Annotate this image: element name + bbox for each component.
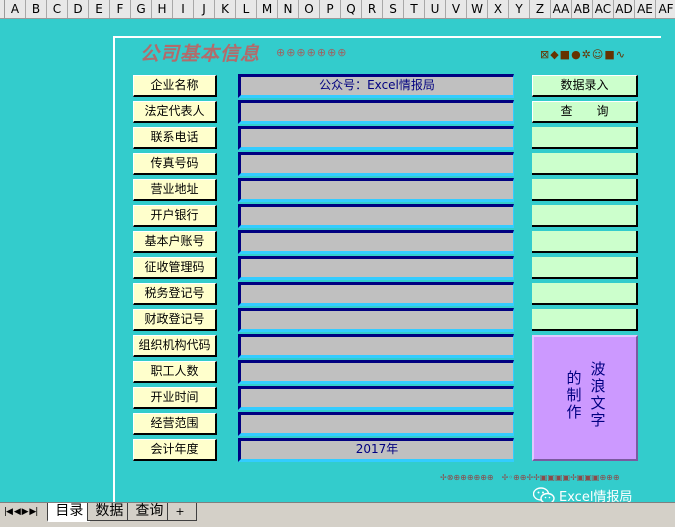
field-value[interactable] [238, 100, 514, 124]
data-entry-button[interactable]: 数据录入 [532, 75, 638, 97]
field-value[interactable] [238, 178, 514, 202]
field-value[interactable] [238, 360, 514, 384]
field-value[interactable] [238, 386, 514, 410]
right-blank-box [532, 127, 638, 149]
field-value[interactable] [238, 308, 514, 332]
sheet-tab-bar: |◀ ◀ ▶ ▶| 目录 数据 查询 + [0, 502, 675, 527]
sheet-tab[interactable]: 数据 [87, 503, 132, 521]
field-value[interactable] [238, 282, 514, 306]
sheet-tabs: 目录 数据 查询 + [47, 503, 198, 522]
right-blank-box [532, 205, 638, 227]
field-value[interactable] [238, 204, 514, 228]
field-value[interactable] [238, 152, 514, 176]
form-title: 公司基本信息 [140, 43, 261, 65]
column-header[interactable]: G [131, 0, 152, 18]
title-decoration: ⊕⊕⊕⊕⊕⊕⊕ [276, 46, 348, 59]
column-header[interactable]: I [173, 0, 194, 18]
column-header[interactable]: D [68, 0, 89, 18]
field-label-button[interactable]: 营业地址 [133, 179, 217, 201]
column-header[interactable]: B [26, 0, 47, 18]
column-header[interactable]: E [89, 0, 110, 18]
field-label-button[interactable]: 开户银行 [133, 205, 217, 227]
column-header[interactable]: AF [656, 0, 675, 18]
field-label-button[interactable]: 基本户账号 [133, 231, 217, 253]
right-blank-box [532, 257, 638, 279]
field-label-button[interactable]: 会计年度 [133, 439, 217, 461]
field-value[interactable] [238, 256, 514, 280]
column-header[interactable]: P [320, 0, 341, 18]
sheet-nav-arrows[interactable]: |◀ ◀ ▶ ▶| [0, 503, 39, 517]
column-header[interactable]: X [488, 0, 509, 18]
column-header[interactable]: N [278, 0, 299, 18]
field-label-button[interactable]: 财政登记号 [133, 309, 217, 331]
field-label-button[interactable]: 职工人数 [133, 361, 217, 383]
column-header[interactable]: C [47, 0, 68, 18]
column-header[interactable]: O [299, 0, 320, 18]
column-header[interactable]: Y [509, 0, 530, 18]
column-header[interactable]: R [362, 0, 383, 18]
column-header-bar: A B C D E F G H I J K L M N O P Q R S T U V W X Y Z AA AB AC AD AE AF [0, 0, 675, 19]
right-blank-box [532, 153, 638, 175]
sheet-tab[interactable]: 查询 [127, 503, 172, 521]
field-value[interactable] [238, 126, 514, 150]
column-header[interactable]: Z [530, 0, 551, 18]
column-header[interactable]: Q [341, 0, 362, 18]
column-header[interactable]: AE [635, 0, 656, 18]
wave-text-right-column: 波浪文字 [590, 360, 606, 429]
column-header[interactable]: M [257, 0, 278, 18]
field-label-button[interactable]: 传真号码 [133, 153, 217, 175]
field-label-button[interactable]: 企业名称 [133, 75, 217, 97]
field-value[interactable]: 2017年 [238, 438, 514, 462]
field-label-button[interactable]: 税务登记号 [133, 283, 217, 305]
right-blank-box [532, 283, 638, 305]
field-value[interactable] [238, 412, 514, 436]
column-header[interactable]: U [425, 0, 446, 18]
column-header[interactable]: A [5, 0, 26, 18]
right-blank-box [532, 309, 638, 331]
wave-text-left-column: 的制作 [566, 369, 582, 421]
field-label-button[interactable]: 法定代表人 [133, 101, 217, 123]
field-value[interactable] [238, 230, 514, 254]
column-header[interactable]: F [110, 0, 131, 18]
column-header[interactable]: K [215, 0, 236, 18]
bottom-decoration: ✢⊗⊕⊕⊕⊕⊕⊕ ✢◦⊕⊕✢✢▣▣▣▣✢▣▣▣⊕⊕⊕ [440, 473, 620, 482]
column-header[interactable]: AC [593, 0, 614, 18]
wingding-decoration: ⊠◆■●✲☺■∿ [540, 48, 626, 61]
field-label-button[interactable]: 组织机构代码 [133, 335, 217, 357]
right-blank-box [532, 179, 638, 201]
column-header[interactable]: AA [551, 0, 572, 18]
field-label-button[interactable]: 联系电话 [133, 127, 217, 149]
field-label-button[interactable]: 征收管理码 [133, 257, 217, 279]
right-blank-box [532, 231, 638, 253]
field-value[interactable] [238, 334, 514, 358]
add-sheet-icon[interactable]: + [167, 503, 198, 521]
column-header[interactable]: V [446, 0, 467, 18]
wave-text-button[interactable]: 波浪文字 的制作 [532, 335, 638, 461]
column-header[interactable]: L [236, 0, 257, 18]
field-value[interactable]: 公众号：Excel情报局 [238, 74, 514, 98]
column-header[interactable]: J [194, 0, 215, 18]
column-header[interactable]: H [152, 0, 173, 18]
field-label-button[interactable]: 经营范围 [133, 413, 217, 435]
field-label-button[interactable]: 开业时间 [133, 387, 217, 409]
column-header[interactable]: W [467, 0, 488, 18]
column-header[interactable]: AB [572, 0, 593, 18]
column-header[interactable]: S [383, 0, 404, 18]
column-header[interactable]: AD [614, 0, 635, 18]
sheet-tab[interactable]: 目录 [47, 503, 92, 522]
column-header[interactable]: T [404, 0, 425, 18]
query-button[interactable]: 查 询 [532, 101, 638, 123]
